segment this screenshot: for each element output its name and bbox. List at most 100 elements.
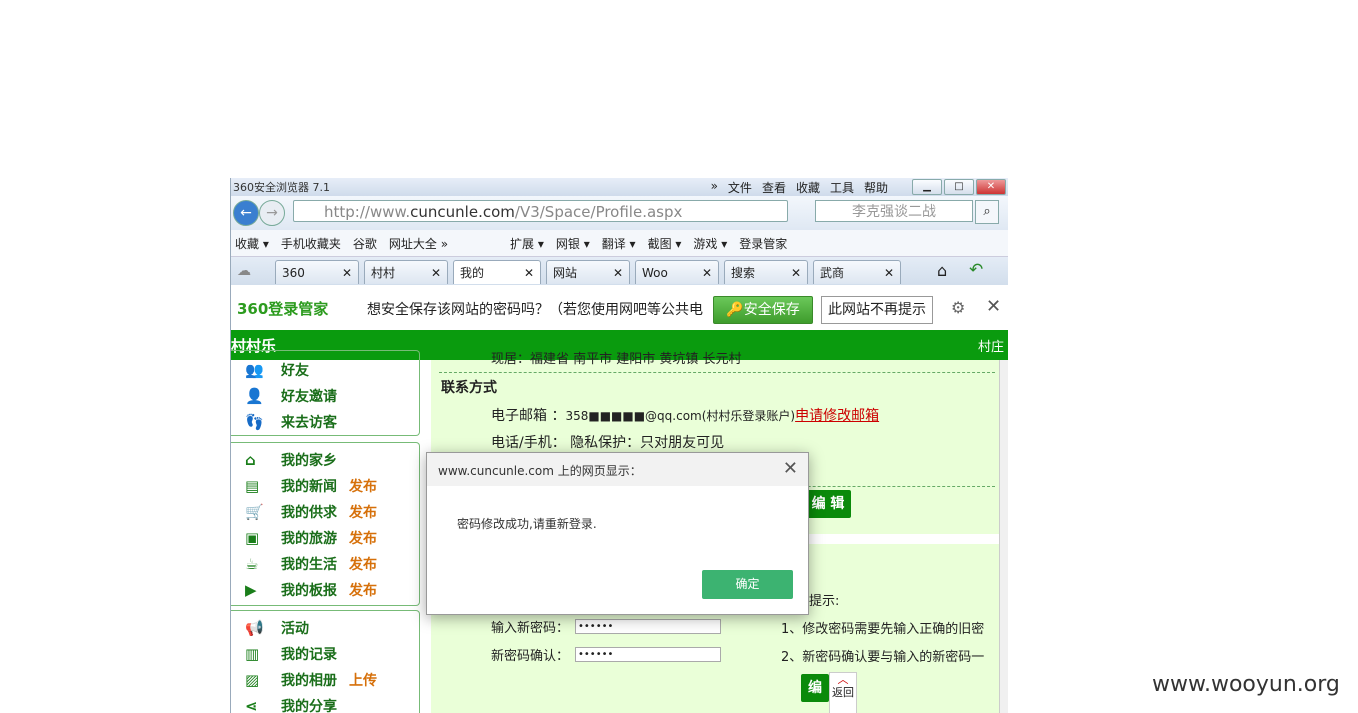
window-title: 360安全浏览器 7.1 xyxy=(233,181,330,194)
phone-row: 电话/手机： 隐私保护：只对朋友可见 xyxy=(491,435,725,451)
notify-message: 想安全保存该网站的密码吗？（若您使用网吧等公共电 xyxy=(367,302,703,318)
confirm-password-label: 新密码确认： xyxy=(491,649,570,664)
hint-2: 2、新密码确认要与输入的新密码一 xyxy=(781,650,985,665)
home-icon[interactable]: ⌂ xyxy=(937,261,947,280)
sidebar-item-share[interactable]: ⋖ 我的分享 xyxy=(245,696,337,713)
chevron-up-icon: ︿ xyxy=(837,673,849,686)
search-icon[interactable]: ⌕ xyxy=(975,200,999,224)
location-text: 现居：福建省 南平市 建阳市 黄坑镇 长元村 xyxy=(491,352,742,367)
footprint-icon: 👣 xyxy=(245,413,264,431)
minimize-icon[interactable]: ▁ xyxy=(912,179,942,195)
tab-site[interactable]: 网站 ✕ xyxy=(546,260,630,284)
fav-mobile[interactable]: 手机收藏夹 xyxy=(281,235,341,252)
sidebar: 👥 好友 👤 好友邀请 👣 来去访客 ⌂ 我的家乡 ▤ 我的新闻 发布 🛒 我的供求 发布 ▣ 我… xyxy=(231,350,421,713)
gear-icon[interactable]: ⚙ xyxy=(951,298,965,317)
sidebar-item-invite[interactable]: 👤 好友邀请 xyxy=(245,386,337,408)
fav-sites[interactable]: 网址大全 » xyxy=(389,235,448,252)
login-manager-logo: 360登录管家 xyxy=(237,300,329,318)
search-input[interactable]: 李克强谈二战 xyxy=(815,200,973,222)
fav-bank[interactable]: 网银 ▾ xyxy=(556,235,590,252)
tab-search[interactable]: 搜索 ✕ xyxy=(724,260,808,284)
tab-bar: ☁ 360 ✕ 村村 ✕ 我的 ✕ 网站 ✕ Woo ✕ 搜索 ✕ 武商 ✕ ⌂ ↶ xyxy=(231,257,1008,285)
page-scrollbar[interactable] xyxy=(999,360,1008,713)
save-password-button[interactable]: 编 xyxy=(801,674,829,702)
menu-help[interactable]: 帮助 xyxy=(864,179,888,196)
sidebar-item-visitors[interactable]: 👣 来去访客 xyxy=(245,412,337,434)
forward-icon[interactable]: → xyxy=(259,200,285,226)
fav-collect[interactable]: 收藏 ▾ xyxy=(235,235,269,252)
sidebar-item-travel[interactable]: ▣ 我的旅游 发布 xyxy=(245,528,377,550)
browser-window: 360安全浏览器 7.1 » 文件 查看 收藏 工具 帮助 ▁ □ ✕ ← → … xyxy=(230,178,1008,713)
fav-screenshot[interactable]: 截图 ▾ xyxy=(648,235,682,252)
header-right-text[interactable]: 村庄 xyxy=(978,336,1004,355)
tab-cuncun[interactable]: 村村 ✕ xyxy=(364,260,448,284)
maximize-icon[interactable]: □ xyxy=(944,179,974,195)
favorites-bar: 收藏 ▾ 手机收藏夹 谷歌 网址大全 » 扩展 ▾ 网银 ▾ 翻译 ▾ 截图 ▾… xyxy=(231,230,1008,257)
tab-wushang[interactable]: 武商 ✕ xyxy=(813,260,901,284)
url-path: /V3/Space/Profile.aspx xyxy=(514,203,683,221)
cart-icon: 🛒 xyxy=(245,503,264,521)
url-domain: cuncunle.com xyxy=(410,203,515,221)
news-icon: ▤ xyxy=(245,477,260,495)
url-input[interactable]: http://www.cuncunle.com/V3/Space/Profile… xyxy=(293,200,788,222)
url-prefix: http://www. xyxy=(324,203,411,221)
house-icon: ⌂ xyxy=(245,451,256,469)
share-icon: ⋖ xyxy=(245,697,258,713)
sidebar-item-board[interactable]: ▶ 我的板报 发布 xyxy=(245,580,377,602)
cloud-icon[interactable]: ☁ xyxy=(237,263,251,279)
new-password-input[interactable]: •••••• xyxy=(575,619,721,634)
travel-icon: ▣ xyxy=(245,529,260,547)
notify-close-icon[interactable]: ✕ xyxy=(986,296,1001,317)
back-to-top-button[interactable]: ︿ 返回 xyxy=(829,672,857,713)
close-icon[interactable]: ✕ xyxy=(976,179,1006,195)
never-remind-button[interactable]: 此网站不再提示 xyxy=(821,296,933,324)
new-password-label: 输入新密码： xyxy=(491,621,570,636)
sidebar-item-activity[interactable]: 📢 活动 xyxy=(245,618,309,640)
menu-file[interactable]: 文件 xyxy=(728,179,752,196)
tab-mine[interactable]: 我的 ✕ xyxy=(453,260,541,284)
sidebar-item-records[interactable]: ▥ 我的记录 xyxy=(245,644,337,666)
tab-360[interactable]: 360 ✕ xyxy=(275,260,359,284)
email-row: 电子邮箱 ：358■■■■■@qq.com(村村乐登录账户)申请修改邮箱 xyxy=(491,408,880,424)
change-email-link[interactable]: 申请修改邮箱 xyxy=(795,408,879,424)
undo-icon[interactable]: ↶ xyxy=(969,260,983,280)
sidebar-item-news[interactable]: ▤ 我的新闻 发布 xyxy=(245,476,377,498)
secure-save-button[interactable]: 🔑安全保存 xyxy=(713,296,813,324)
dialog-message: 密码修改成功,请重新登录. xyxy=(457,517,597,531)
megaphone-icon: 📢 xyxy=(245,619,264,637)
picture-icon: ▨ xyxy=(245,671,260,689)
fav-google[interactable]: 谷歌 xyxy=(353,235,377,252)
notebook-icon: ▥ xyxy=(245,645,260,663)
invite-icon: 👤 xyxy=(245,387,264,405)
sidebar-item-supply[interactable]: 🛒 我的供求 发布 xyxy=(245,502,377,524)
ok-button[interactable]: 确定 xyxy=(702,570,793,599)
menu-bar: » 文件 查看 收藏 工具 帮助 xyxy=(711,179,888,196)
menu-more[interactable]: » xyxy=(711,179,718,196)
password-notify-bar: 360登录管家 想安全保存该网站的密码吗？（若您使用网吧等公共电 🔑安全保存 此… xyxy=(231,286,1008,331)
edit-contact-button[interactable]: 编 辑 xyxy=(805,490,851,518)
back-icon[interactable]: ← xyxy=(233,200,259,226)
fav-extend[interactable]: 扩展 ▾ xyxy=(510,235,544,252)
address-bar: ← → http://www.cuncunle.com/V3/Space/Pro… xyxy=(231,196,1008,230)
menu-favorites[interactable]: 收藏 xyxy=(796,179,820,196)
confirm-password-input[interactable]: •••••• xyxy=(575,647,721,662)
fav-games[interactable]: 游戏 ▾ xyxy=(693,235,727,252)
hint-title: 提示: xyxy=(809,594,840,609)
title-bar: 360安全浏览器 7.1 » 文件 查看 收藏 工具 帮助 ▁ □ ✕ xyxy=(231,178,1008,196)
key-icon: 🔑 xyxy=(726,302,744,318)
tab-woo[interactable]: Woo ✕ xyxy=(635,260,719,284)
hint-1: 1、修改密码需要先输入正确的旧密 xyxy=(781,622,985,637)
sidebar-item-hometown[interactable]: ⌂ 我的家乡 xyxy=(245,450,337,472)
fav-login[interactable]: 登录管家 xyxy=(739,235,787,252)
fav-translate[interactable]: 翻译 ▾ xyxy=(602,235,636,252)
contact-title: 联系方式 xyxy=(441,380,497,396)
sidebar-item-friends[interactable]: 👥 好友 xyxy=(245,360,309,382)
sidebar-item-life[interactable]: ☕ 我的生活 发布 xyxy=(245,554,377,576)
dialog-close-icon[interactable]: ✕ xyxy=(783,458,798,479)
dialog-header: www.cuncunle.com 上的网页显示： ✕ xyxy=(427,453,808,486)
sidebar-item-album[interactable]: ▨ 我的相册 上传 xyxy=(245,670,377,692)
cup-icon: ☕ xyxy=(245,555,259,573)
menu-view[interactable]: 查看 xyxy=(762,179,786,196)
menu-tools[interactable]: 工具 xyxy=(830,179,854,196)
board-icon: ▶ xyxy=(245,581,257,599)
